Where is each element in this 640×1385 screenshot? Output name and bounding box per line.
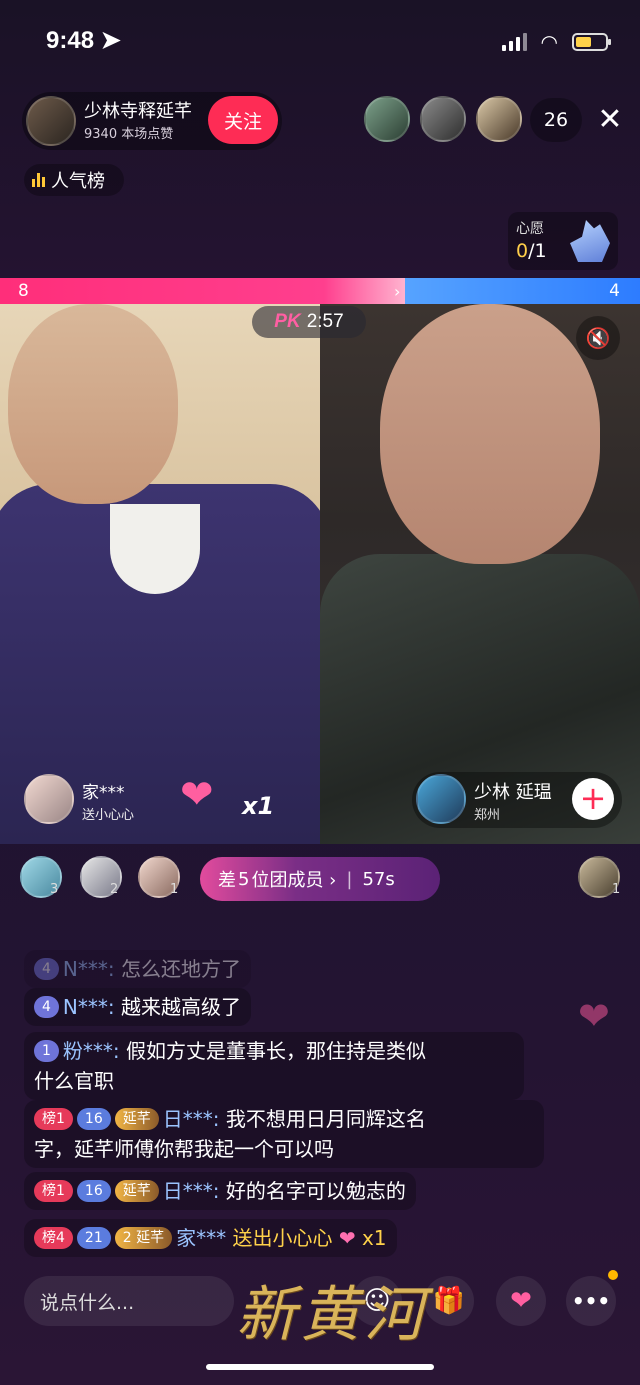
watermark-logo: 新黄河 xyxy=(236,1280,428,1350)
wish-count: 0/1 xyxy=(516,240,547,262)
comment-user[interactable]: N***: xyxy=(63,995,115,1019)
gift-multiplier: x1 xyxy=(361,1226,387,1250)
comment-gift-text: 送出小心心 xyxy=(232,1226,333,1250)
fan-rank-number: 1 xyxy=(612,882,621,897)
opponent-avatar[interactable] xyxy=(416,774,466,824)
wish-title: 心愿 xyxy=(516,221,544,237)
pk-logo: PK xyxy=(274,311,301,332)
level-badge: 16 xyxy=(76,1180,111,1202)
team-text: 位团成员 › xyxy=(251,870,337,891)
signal-icon xyxy=(501,33,527,51)
gift-multiplier: x1 xyxy=(242,792,275,820)
fan-rank-number: 1 xyxy=(170,882,179,897)
floating-heart-icon: ❤ xyxy=(578,994,610,1038)
comment-item[interactable]: 4 N***: 越来越高级了 xyxy=(24,988,251,1026)
gift-text: 送小心心 xyxy=(82,808,135,823)
pk-left-score: 8 xyxy=(18,281,29,301)
level-badge: 4 xyxy=(34,958,59,980)
crystal-castle-icon xyxy=(570,220,610,262)
opponent-info[interactable]: 少林 延瑥 郑州 + xyxy=(412,772,622,828)
comment-text: 怎么还地方了 xyxy=(120,957,241,981)
comment-item[interactable]: 榜4 21 2 延芊 家*** 送出小心心 ❤ x1 xyxy=(24,1219,397,1257)
opponent-location: 郑州 xyxy=(474,808,501,823)
fan-club-badge: 延芊 xyxy=(114,1180,159,1202)
wifi-icon: ◠ xyxy=(540,30,558,54)
level-badge: 21 xyxy=(76,1227,111,1249)
follow-button[interactable]: 关注 xyxy=(208,96,278,144)
rank-badge: 榜1 xyxy=(34,1180,73,1202)
rank-badge: 榜4 xyxy=(34,1227,73,1249)
comment-input[interactable]: 说点什么... xyxy=(24,1276,234,1326)
wish-widget[interactable]: 心愿 0/1 xyxy=(508,212,618,270)
popularity-rank-button[interactable]: 人气榜 xyxy=(24,164,124,196)
pk-score-bar xyxy=(0,278,640,304)
host-name: 少林寺释延芊 xyxy=(84,100,192,122)
team-count: 5 xyxy=(238,868,250,890)
comment-text: 我不想用日月同辉这名 xyxy=(225,1107,426,1131)
team-prefix: 差 xyxy=(218,870,236,891)
comment-user[interactable]: 粉***: xyxy=(63,1039,120,1063)
notification-dot xyxy=(608,1270,618,1280)
rank-label: 人气榜 xyxy=(51,171,105,192)
comment-user[interactable]: 日***: xyxy=(163,1107,220,1131)
host-avatar[interactable] xyxy=(26,96,76,146)
team-separator: | xyxy=(346,868,353,890)
pk-countdown: 2:57 xyxy=(306,311,344,332)
viewer-avatar[interactable] xyxy=(476,96,522,142)
home-indicator[interactable] xyxy=(206,1364,434,1370)
rank-bars-icon xyxy=(32,173,45,187)
gift-box-icon[interactable]: 🎁 xyxy=(424,1276,474,1326)
pk-red-fill xyxy=(0,278,405,304)
heart-gift-icon: ❤ xyxy=(338,1226,356,1250)
comment-text-cont: 什么官职 xyxy=(34,1069,114,1093)
battery-icon xyxy=(572,33,611,51)
level-badge: 4 xyxy=(34,996,59,1018)
comment-user[interactable]: 日***: xyxy=(163,1179,220,1203)
comment-text: 好的名字可以勉志的 xyxy=(225,1179,406,1203)
opponent-video[interactable] xyxy=(320,304,640,844)
comment-user[interactable]: N***: xyxy=(63,957,115,981)
comment-text: 假如方丈是董事长，那住持是类似 xyxy=(126,1039,427,1063)
team-timer: 57s xyxy=(362,868,395,890)
left-gift-notice: 家*** 送小心心 ❤ x1 xyxy=(20,772,280,828)
follow-opponent-plus-icon[interactable]: + xyxy=(572,778,614,820)
comment-item[interactable]: 4 N***: 怎么还地方了 xyxy=(24,950,251,988)
viewer-avatar[interactable] xyxy=(420,96,466,142)
gift-sender-name: 家*** xyxy=(82,783,125,803)
mute-icon[interactable]: 🔇 xyxy=(576,316,620,360)
pk-timer: PK 2:57 xyxy=(252,306,366,338)
level-badge: 16 xyxy=(76,1108,111,1130)
close-icon[interactable]: ✕ xyxy=(594,102,626,138)
host-video[interactable] xyxy=(0,304,320,844)
pk-blue-fill xyxy=(405,278,640,304)
host-likes: 9340 本场点赞 xyxy=(84,126,174,142)
comment-item[interactable]: 1 粉***: 假如方丈是董事长，那住持是类似 什么官职 xyxy=(24,1032,524,1100)
level-badge: 1 xyxy=(34,1040,59,1062)
fan-team-pill[interactable]: 差 5 位团成员 › | 57s xyxy=(200,857,440,901)
comment-text-cont: 字，延芊师傅你帮我起一个可以吗 xyxy=(34,1137,334,1161)
rank-badge: 榜1 xyxy=(34,1108,73,1130)
heart-gift-icon: ❤ xyxy=(180,772,214,818)
status-icons: ◠ xyxy=(501,30,611,54)
status-time: 9:48 ➤ xyxy=(46,27,121,54)
fan-rank-number: 2 xyxy=(110,882,119,897)
comment-user[interactable]: 家*** xyxy=(176,1226,226,1250)
fan-rank-number: 3 xyxy=(50,882,59,897)
heart-gift-button-icon[interactable]: ❤ xyxy=(496,1276,546,1326)
viewer-avatar[interactable] xyxy=(364,96,410,142)
gift-sender-avatar[interactable] xyxy=(24,774,74,824)
comment-item[interactable]: 榜1 16 延芊 日***: 好的名字可以勉志的 xyxy=(24,1172,416,1210)
fan-club-badge: 延芊 xyxy=(114,1108,159,1130)
comment-text: 越来越高级了 xyxy=(120,995,241,1019)
pk-divider-icon: › xyxy=(394,282,401,301)
opponent-name: 少林 延瑥 xyxy=(474,782,552,803)
fan-club-badge: 2 延芊 xyxy=(114,1227,173,1249)
pk-right-score: 4 xyxy=(609,281,620,301)
viewer-count[interactable]: 26 xyxy=(530,98,582,142)
more-icon[interactable]: ••• xyxy=(566,1276,616,1326)
comment-item[interactable]: 榜1 16 延芊 日***: 我不想用日月同辉这名字，延芊师傅你帮我起一个可以吗 xyxy=(24,1100,544,1168)
